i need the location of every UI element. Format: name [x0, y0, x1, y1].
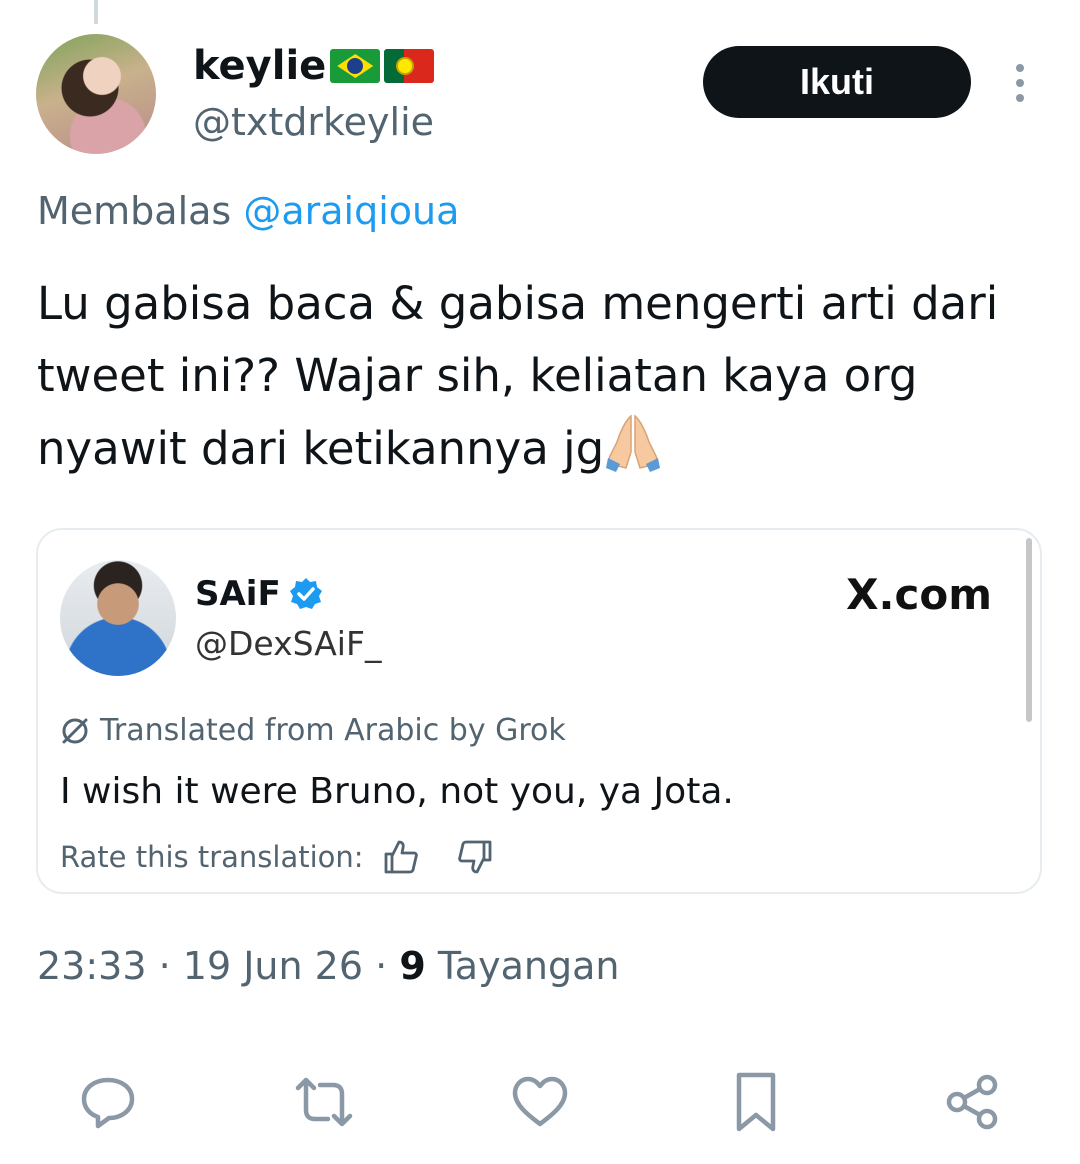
- like-button[interactable]: [508, 1070, 572, 1134]
- separator-dot: ·: [375, 944, 388, 988]
- like-icon: [512, 1076, 568, 1127]
- verified-badge-icon: [289, 578, 322, 609]
- thumbs-up-icon[interactable]: [382, 838, 420, 876]
- author-handle[interactable]: @txtdrkeylie: [193, 98, 434, 146]
- rate-label: Rate this translation:: [60, 840, 364, 874]
- author-name[interactable]: keylie: [193, 40, 435, 92]
- retweet-icon: [295, 1077, 353, 1127]
- grok-icon: [62, 718, 88, 744]
- tweet-date[interactable]: 19 Jun 26: [183, 944, 363, 988]
- reply-prefix: Membalas: [37, 189, 232, 233]
- site-label: X.com: [846, 570, 992, 619]
- retweet-button[interactable]: [292, 1070, 356, 1134]
- tweet-body: Lu gabisa baca & gabisa mengerti arti da…: [37, 277, 999, 475]
- share-button[interactable]: [940, 1070, 1004, 1134]
- thumbs-down-icon[interactable]: [456, 838, 494, 876]
- bookmark-icon: [736, 1072, 776, 1132]
- quoted-author-name: SAiF: [195, 572, 323, 616]
- reply-icon: [81, 1077, 135, 1129]
- tweet-metadata: 23:33 · 19 Jun 26 · 9 Tayangan: [37, 940, 619, 992]
- more-options-icon[interactable]: [1010, 62, 1030, 104]
- brazil-flag-icon: [330, 49, 381, 83]
- portugal-flag-icon: [384, 49, 435, 83]
- quoted-tweet-text: I wish it were Bruno, not you, ya Jota.: [60, 771, 734, 812]
- quoted-author-avatar: [60, 560, 176, 676]
- quoted-author-handle: @DexSAiF_: [195, 624, 382, 663]
- author-display-name: keylie: [193, 43, 327, 89]
- reply-mention-link[interactable]: @araiqioua: [243, 189, 459, 233]
- tweet-text: Lu gabisa baca & gabisa mengerti arti da…: [37, 268, 1047, 485]
- bookmark-button[interactable]: [724, 1070, 788, 1134]
- views-label: Tayangan: [437, 944, 620, 988]
- translation-notice: Translated from Arabic by Grok: [60, 710, 566, 752]
- quoted-display-name: SAiF: [195, 574, 281, 614]
- share-icon: [946, 1074, 998, 1130]
- replying-to: Membalas @araiqioua: [37, 186, 459, 236]
- reply-button[interactable]: [76, 1070, 140, 1134]
- tweet-time[interactable]: 23:33: [37, 944, 147, 988]
- views-count: 9: [399, 944, 426, 988]
- rate-translation: Rate this translation:: [60, 836, 494, 878]
- translation-label: Translated from Arabic by Grok: [100, 713, 566, 748]
- thread-connector-line: [94, 0, 98, 24]
- follow-button[interactable]: Ikuti: [703, 46, 971, 118]
- separator-dot: ·: [158, 944, 171, 988]
- scrollbar[interactable]: [1026, 538, 1032, 722]
- quoted-tweet-card[interactable]: SAiF @DexSAiF_ X.com Translated from Ara…: [36, 528, 1042, 894]
- folded-hands-emoji-icon: [606, 414, 661, 472]
- author-avatar[interactable]: [36, 34, 156, 154]
